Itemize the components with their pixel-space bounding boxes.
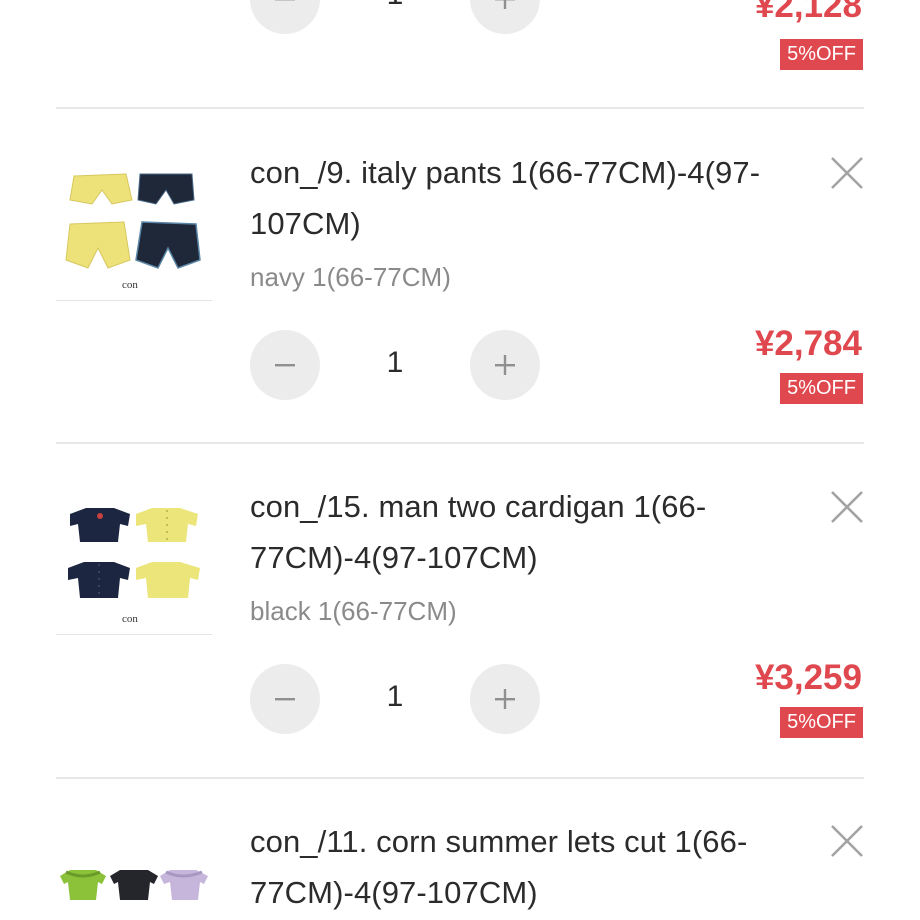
quantity-increase-button[interactable] (470, 330, 540, 400)
item-price: ¥2,784 (754, 324, 862, 363)
item-price: ¥2,128 (754, 0, 862, 25)
item-title[interactable]: con_/9. italy pants 1(66-77CM)-4(97-107C… (250, 147, 810, 249)
discount-badge: 5%OFF (780, 707, 863, 738)
product-thumbnail[interactable]: con (56, 144, 212, 301)
quantity-increase-button[interactable] (470, 0, 540, 34)
remove-item-button[interactable] (828, 154, 866, 192)
remove-item-button[interactable] (828, 822, 866, 860)
item-title[interactable]: con_/11. corn summer lets cut 1(66-77CM)… (250, 816, 810, 918)
close-icon (831, 157, 863, 189)
close-icon (831, 825, 863, 857)
product-thumbnail[interactable]: con (56, 478, 212, 635)
plus-icon (495, 689, 515, 709)
plus-icon (495, 0, 515, 9)
thumbnail-brand: con (122, 613, 138, 625)
product-thumbnail[interactable] (56, 850, 212, 920)
cart-page: 1 ¥2,128 5%OFF con con_/9. (0, 0, 920, 920)
discount-badge: 5%OFF (780, 39, 863, 70)
quantity-decrease-button[interactable] (250, 664, 320, 734)
plus-icon (495, 355, 515, 375)
quantity-value: 1 (360, 0, 430, 12)
item-title[interactable]: con_/15. man two cardigan 1(66-77CM)-4(9… (250, 481, 810, 583)
discount-badge: 5%OFF (780, 373, 863, 404)
quantity-decrease-button[interactable] (250, 0, 320, 34)
item-divider (56, 777, 864, 779)
close-icon (831, 491, 863, 523)
minus-icon (275, 0, 295, 1)
item-divider (56, 442, 864, 444)
minus-icon (275, 698, 295, 701)
summer-set-product-image (60, 870, 208, 900)
item-option: black 1(66-77CM) (250, 596, 457, 626)
quantity-increase-button[interactable] (470, 664, 540, 734)
cardigan-product-image: con (68, 508, 200, 625)
quantity-value: 1 (386, 346, 404, 379)
thumbnail-brand: con (122, 279, 138, 291)
remove-item-button[interactable] (828, 488, 866, 526)
minus-icon (275, 364, 295, 367)
quantity-decrease-button[interactable] (250, 330, 320, 400)
item-option: navy 1(66-77CM) (250, 262, 451, 292)
item-price: ¥3,259 (754, 658, 862, 697)
quantity-value: 1 (386, 680, 404, 713)
shorts-product-image: con (65, 173, 201, 291)
cart-item-partial: 1 ¥2,128 5%OFF (0, 0, 920, 74)
item-divider (56, 107, 864, 109)
